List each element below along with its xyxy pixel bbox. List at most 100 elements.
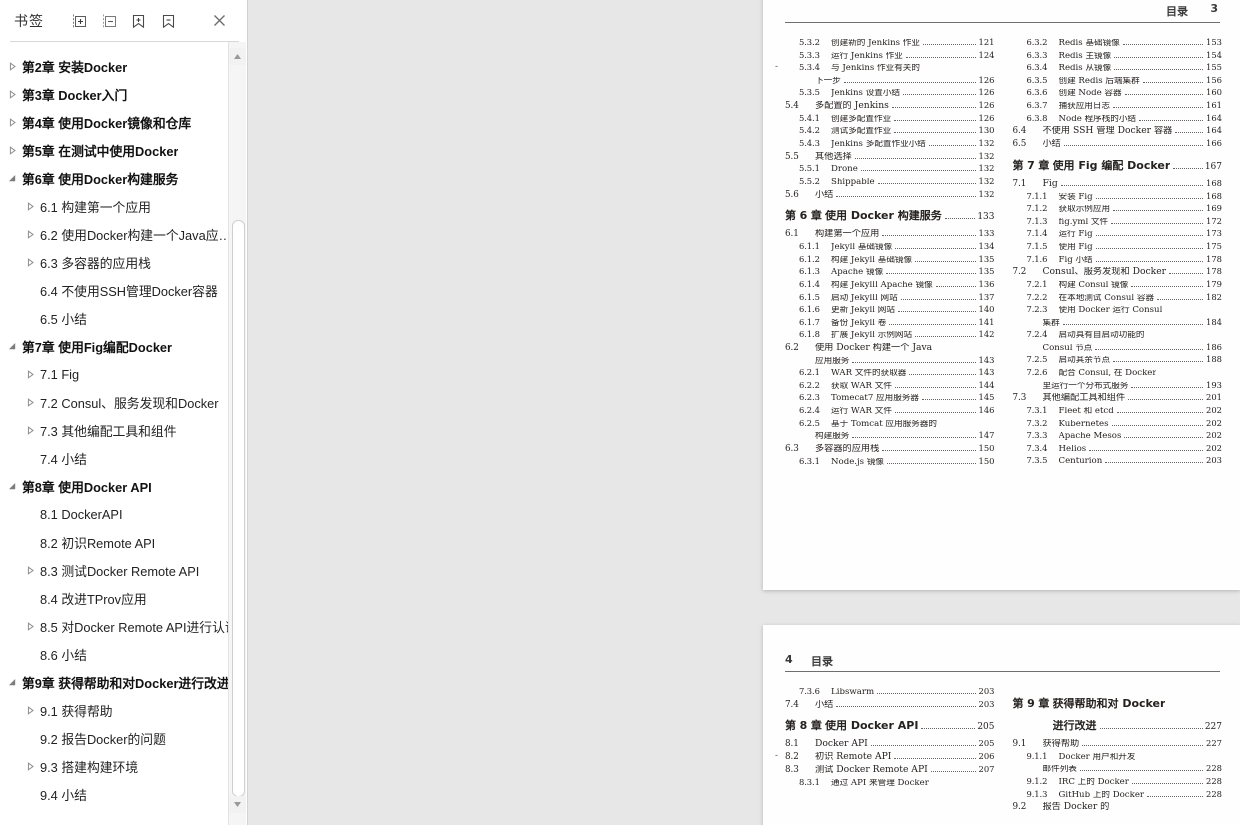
bookmark-item[interactable]: 第8章 使用Docker API <box>0 472 248 500</box>
toc-entry[interactable]: 6.3.2 Redis 基础镜像 153 <box>1013 38 1223 48</box>
pdf-viewer[interactable]: 目录 3 5.3.2 创建新的 Jenkins 作业 121 5.3.3 运行 Jenk… <box>249 0 1240 825</box>
bookmark-collapsed-triangle-icon[interactable] <box>4 114 20 130</box>
toc-entry[interactable]: 5.5.2 Shippable 132 <box>785 177 995 187</box>
toc-entry[interactable]: 6.3.5 创建 Redis 后端集群 156 <box>1013 75 1223 86</box>
bookmark-item[interactable]: 9.2 报告Docker的问题 <box>0 724 248 752</box>
remove-bookmark-icon[interactable] <box>158 11 178 31</box>
toc-entry[interactable]: 6.1 构建第一个应用 133 <box>785 229 995 239</box>
toc-entry[interactable]: 6.2.5 基于 Tomcat 应用服务器的 <box>785 418 995 429</box>
toc-entry[interactable]: 7.3.2 Kubernetes 202 <box>1013 418 1223 429</box>
toc-entry[interactable]: 7.3 其他编配工具和组件 201 <box>1013 393 1223 403</box>
bookmark-collapsed-triangle-icon[interactable] <box>22 562 38 578</box>
toc-entry[interactable]: 构建服务 147 <box>785 431 995 441</box>
scroll-up-arrow-icon[interactable] <box>229 48 246 65</box>
bookmark-item[interactable]: 6.2 使用Docker构建一个Java应用... <box>0 220 248 248</box>
toc-entry[interactable]: 第 6 章使用 Docker 构建服务 133 <box>785 210 995 222</box>
toc-entry[interactable]: 7.1.2 获取示例应用 169 <box>1013 204 1223 214</box>
toc-entry[interactable]: 6.1.8 扩展 Jekyll 示例网站 142 <box>785 330 995 340</box>
toc-entry[interactable]: 7.3.3 Apache Mesos 202 <box>1013 431 1223 441</box>
toc-entry[interactable]: 5.3.3 运行 Jenkins 作业 124 <box>785 50 995 61</box>
scroll-down-arrow-icon[interactable] <box>229 796 246 813</box>
toc-entry[interactable]: 6.1.6 更新 Jekyll 网站 140 <box>785 305 995 315</box>
bookmark-collapsed-triangle-icon[interactable] <box>22 394 38 410</box>
bookmark-item[interactable]: 8.2 初识Remote API <box>0 528 248 556</box>
bookmark-item[interactable]: 8.4 改进TProv应用 <box>0 584 248 612</box>
toc-entry[interactable]: 6.5 小结 166 <box>1013 139 1223 149</box>
toc-entry[interactable]: 第 7 章使用 Fig 编配 Docker 167 <box>1013 160 1223 172</box>
bookmark-item[interactable]: 6.4 不使用SSH管理Docker容器 <box>0 276 248 304</box>
bookmark-expanded-triangle-icon[interactable] <box>4 478 20 494</box>
bookmark-collapsed-triangle-icon[interactable] <box>22 366 38 382</box>
toc-entry[interactable]: 7.2 Consul、服务发现和 Docker 178 <box>1013 267 1223 277</box>
toc-entry[interactable]: 6.3.8 Node 程序栈的小结 164 <box>1013 113 1223 124</box>
toc-entry[interactable]: 6.1.1 Jekyll 基础镜像 134 <box>785 242 995 252</box>
toc-entry[interactable]: 9.1 获得帮助 227 <box>1013 739 1223 749</box>
toc-entry[interactable]: 5.3.2 创建新的 Jenkins 作业 121 <box>785 38 995 48</box>
toc-entry[interactable]: 第 9 章获得帮助和对 Docker <box>1013 698 1223 709</box>
toc-entry[interactable]: 6.2.2 获取 WAR 文件 144 <box>785 380 995 391</box>
toc-entry[interactable]: 7.4 小结 203 <box>785 699 995 710</box>
bookmark-expanded-triangle-icon[interactable] <box>4 338 20 354</box>
bookmark-collapsed-triangle-icon[interactable] <box>4 86 20 102</box>
bookmark-item[interactable]: 9.4 小结 <box>0 780 248 808</box>
toc-entry[interactable]: 8.3 测试 Docker Remote API 207 <box>785 765 995 775</box>
toc-entry[interactable]: 7.1.4 运行 Fig 173 <box>1013 229 1223 239</box>
toc-entry[interactable]: 8.1 Docker API 205 <box>785 739 995 749</box>
toc-entry[interactable]: 6.2 使用 Docker 构建一个 Java <box>785 343 995 353</box>
bookmark-item[interactable]: 8.5 对Docker Remote API进行认证 <box>0 612 248 640</box>
toc-entry[interactable]: 5.3.4 与 Jenkins 作业有关的 <box>775 63 995 73</box>
toc-entry[interactable]: 6.3.1 Node.js 镜像 150 <box>785 456 995 467</box>
bookmark-item[interactable]: 第6章 使用Docker构建服务 <box>0 164 248 192</box>
toc-entry[interactable]: 6.1.2 构建 Jekyll 基础镜像 135 <box>785 254 995 265</box>
bookmark-item[interactable]: 8.3 测试Docker Remote API <box>0 556 248 584</box>
bookmark-expanded-triangle-icon[interactable] <box>4 674 20 690</box>
toc-entry[interactable]: 6.1.5 启动 Jekylll 网站 137 <box>785 292 995 303</box>
toc-entry[interactable]: 6.4 不使用 SSH 管理 Docker 容器 164 <box>1013 126 1223 136</box>
toc-entry[interactable]: 9.1.2 IRC 上的 Docker 228 <box>1013 777 1223 787</box>
bookmark-collapsed-triangle-icon[interactable] <box>22 226 38 242</box>
toc-entry[interactable]: 6.1.3 Apache 镜像 135 <box>785 267 995 277</box>
bookmark-item[interactable]: 第2章 安装Docker <box>0 52 248 80</box>
bookmark-item[interactable]: 7.1 Fig <box>0 360 248 388</box>
bookmark-item[interactable]: 第9章 获得帮助和对Docker进行改进 <box>0 668 248 696</box>
toc-entry[interactable]: 7.2.3 使用 Docker 运行 Consul <box>1013 305 1223 315</box>
toc-entry[interactable]: 7.1.6 Fig 小结 178 <box>1013 254 1223 265</box>
toc-entry[interactable]: 7.2.4 启动具有自启动功能的 <box>1013 330 1223 340</box>
toc-entry[interactable]: 8.2 初识 Remote API 206 <box>775 752 994 762</box>
bookmark-item[interactable]: 6.3 多容器的应用栈 <box>0 248 248 276</box>
toc-entry[interactable]: 5.4.2 测试多配置作业 130 <box>785 126 995 136</box>
toc-entry[interactable]: 邮件列表 228 <box>1013 764 1223 774</box>
bookmark-item[interactable]: 第3章 Docker入门 <box>0 80 248 108</box>
toc-entry[interactable]: 里运行一个分布式服务 193 <box>1013 380 1223 391</box>
bookmark-collapsed-triangle-icon[interactable] <box>22 198 38 214</box>
bookmark-item[interactable]: 第4章 使用Docker镜像和仓库 <box>0 108 248 136</box>
toc-entry[interactable]: 5.6 小结 132 <box>785 189 995 200</box>
toc-entry[interactable]: 7.3.1 Fleet 和 etcd 202 <box>1013 406 1223 416</box>
bookmark-item[interactable]: 第7章 使用Fig编配Docker <box>0 332 248 360</box>
close-icon[interactable] <box>211 12 229 30</box>
toc-entry[interactable]: 进行改进 227 <box>1013 720 1223 732</box>
toc-entry[interactable]: Consul 节点 186 <box>1013 342 1223 353</box>
toc-entry[interactable]: 5.4.3 Jenkins 多配置作业小结 132 <box>785 139 995 149</box>
add-bookmark-icon[interactable] <box>128 11 148 31</box>
toc-entry[interactable]: 应用服务 143 <box>785 355 995 366</box>
toc-entry[interactable]: 第 8 章使用 Docker API 205 <box>785 720 995 732</box>
toc-entry[interactable]: 7.2.5 启动其余节点 188 <box>1013 355 1223 365</box>
toc-entry[interactable]: 6.2.4 运行 WAR 文件 146 <box>785 406 995 416</box>
toc-entry[interactable]: 9.1.3 GitHub 上的 Docker 228 <box>1013 789 1223 800</box>
toc-entry[interactable]: 5.5 其他选择 132 <box>785 151 995 162</box>
bookmark-item[interactable]: 9.3 搭建构建环境 <box>0 752 248 780</box>
collapse-all-icon[interactable] <box>98 11 118 31</box>
toc-entry[interactable]: 6.3.4 Redis 从镜像 155 <box>1013 63 1223 73</box>
toc-entry[interactable]: 7.1 Fig 168 <box>1013 178 1223 189</box>
toc-entry[interactable]: 7.1.3 fig.yml 文件 172 <box>1013 216 1223 227</box>
toc-entry[interactable]: 6.1.7 备份 Jekyll 卷 141 <box>785 317 995 328</box>
sidebar-scrollbar[interactable] <box>228 42 246 825</box>
bookmark-item[interactable]: 7.3 其他编配工具和组件 <box>0 416 248 444</box>
toc-entry[interactable]: 5.4 多配置的 Jenkins 126 <box>785 101 995 111</box>
toc-entry[interactable]: 5.5.1 Drone 132 <box>785 164 995 174</box>
bookmark-collapsed-triangle-icon[interactable] <box>4 58 20 74</box>
bookmark-item[interactable]: 9.1 获得帮助 <box>0 696 248 724</box>
toc-entry[interactable]: 集群 184 <box>1013 317 1223 328</box>
bookmark-item[interactable]: 第5章 在测试中使用Docker <box>0 136 248 164</box>
